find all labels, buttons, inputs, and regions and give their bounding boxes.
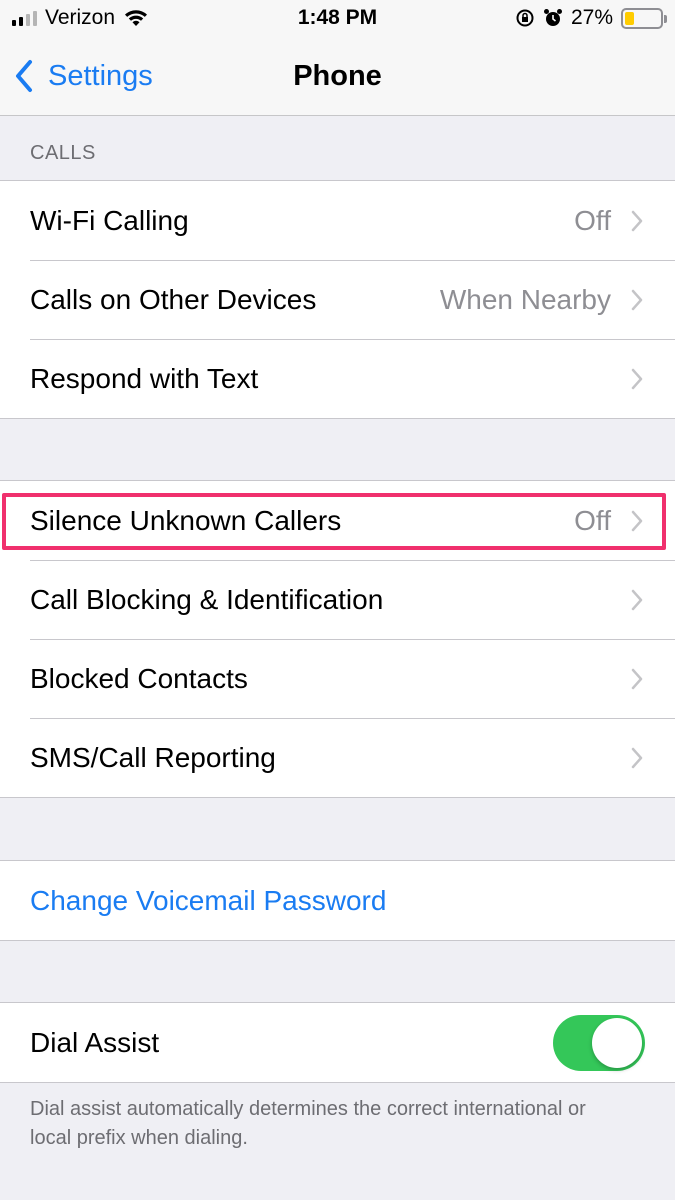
chevron-right-icon [631,210,643,231]
silence-unknown-callers-row[interactable]: Silence Unknown Callers Off [0,481,675,560]
status-bar: Verizon 1:48 PM 27% [0,0,675,38]
row-value: Off [574,204,611,236]
row-value: When Nearby [439,283,611,315]
row-label: Wi-Fi Calling [30,204,189,236]
dial-assist-toggle[interactable] [553,1014,645,1071]
row-label: Respond with Text [30,362,259,394]
dial-assist-group: Dial Assist [0,1002,675,1083]
change-voicemail-password-link[interactable]: Change Voicemail Password [30,885,386,917]
chevron-right-icon [631,747,643,768]
voicemail-group: Change Voicemail Password [0,860,675,941]
battery-fill [625,11,635,25]
dial-assist-row: Dial Assist [0,1003,675,1082]
alarm-icon [543,9,562,26]
section-header-calls: CALLS [30,142,96,164]
row-label: Call Blocking & Identification [30,583,384,615]
row-label: SMS/Call Reporting [30,741,276,773]
change-voicemail-password-row[interactable]: Change Voicemail Password [0,861,675,940]
row-label: Dial Assist [30,1026,160,1058]
rotation-lock-icon [516,9,534,27]
chevron-right-icon [631,668,643,689]
battery-percent: 27% [570,6,613,29]
row-label: Blocked Contacts [30,662,248,694]
battery-icon [621,7,667,29]
callers-group: Silence Unknown Callers Off Call Blockin… [0,480,675,798]
row-value: Off [574,504,611,536]
status-right: 27% [515,6,667,30]
calls-group: Wi-Fi Calling Off Calls on Other Devices… [0,180,675,419]
sms-call-reporting-row[interactable]: SMS/Call Reporting [0,718,675,797]
call-blocking-identification-row[interactable]: Call Blocking & Identification [0,560,675,639]
chevron-right-icon [631,368,643,389]
wifi-calling-row[interactable]: Wi-Fi Calling Off [0,181,675,260]
navigation-bar: Settings Phone [0,38,675,116]
chevron-right-icon [631,289,643,310]
dial-assist-footer: Dial assist automatically determines the… [30,1098,586,1149]
row-label: Calls on Other Devices [30,283,317,315]
toggle-knob [592,1017,642,1068]
calls-on-other-devices-row[interactable]: Calls on Other Devices When Nearby [0,260,675,339]
chevron-right-icon [631,510,643,531]
page-title: Phone [293,60,382,92]
row-label: Silence Unknown Callers [30,504,342,536]
blocked-contacts-row[interactable]: Blocked Contacts [0,639,675,718]
respond-with-text-row[interactable]: Respond with Text [0,339,675,418]
chevron-right-icon [631,589,643,610]
